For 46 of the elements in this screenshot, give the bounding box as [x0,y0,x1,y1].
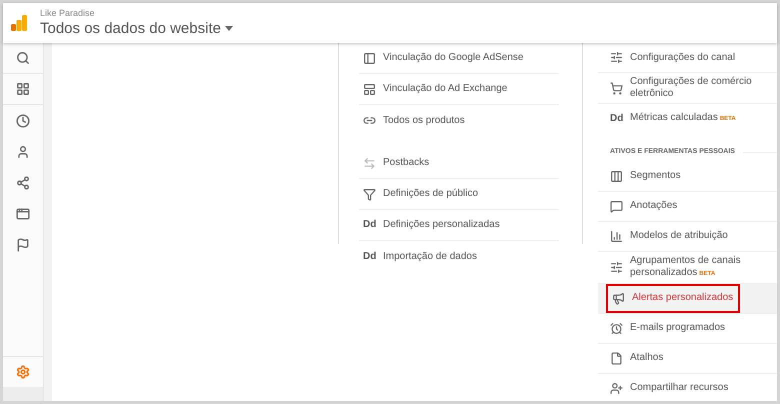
caret-icon [224,26,233,31]
menu-link[interactable]: Atalhos [606,344,777,372]
clock-icon [16,114,30,128]
arrows-icon [363,156,376,170]
menu-link[interactable]: Vinculação do Ad Exchange [359,74,559,105]
menu-link[interactable]: Modelos de atribuição [606,222,777,250]
dd-icon: Dd [363,250,381,262]
comment-icon [610,200,623,212]
menu-link[interactable]: Dd Importação de dados [359,241,559,272]
menu-link[interactable]: Segmentos [606,162,777,190]
add-person-icon [610,382,623,394]
menu-link[interactable]: Dd Definições personalizadas [359,210,559,241]
menu-link[interactable]: Todos os produtos [359,105,559,136]
bar-chart-icon [610,230,623,242]
dashboard-icon [16,82,30,96]
person-icon [16,144,30,158]
filter-icon [363,188,376,200]
view-selector[interactable]: Todos os dados do website [40,19,233,38]
cart-icon [610,82,623,94]
account-name: Like Paradise [40,8,96,19]
menu-link[interactable]: Configurações do canal [606,43,777,72]
analytics-logo-icon [11,15,27,31]
settings-icon [16,365,30,379]
sliders-icon [610,260,623,274]
dd-icon: Dd [610,112,628,124]
menu-link[interactable]: Definições de público [359,179,559,210]
menu-link[interactable]: E-mails programados [606,314,777,342]
alarm-clock-icon [610,322,623,334]
layout-icon [363,82,376,96]
menu-link[interactable]: Anotações [606,192,777,220]
menu-link[interactable]: Compartilhar recursos [606,374,777,402]
nodes-icon [16,176,30,190]
link-icon [363,114,376,127]
search-icon [16,51,30,65]
document-icon [610,352,623,364]
dd-icon: Dd [363,219,381,231]
menu-link[interactable]: Vinculação do Google AdSense [359,43,559,74]
columns-icon [610,170,623,182]
menu-link[interactable]: Configurações de comércio eletrônico [606,73,777,103]
window-icon [16,206,30,220]
flag-icon [16,238,30,252]
menu-link[interactable]: Alertas personalizados [606,284,740,312]
sliders-icon [610,51,623,64]
megaphone-icon [612,292,625,304]
panel-icon [363,52,376,64]
menu-link[interactable]: Postbacks [359,148,559,179]
